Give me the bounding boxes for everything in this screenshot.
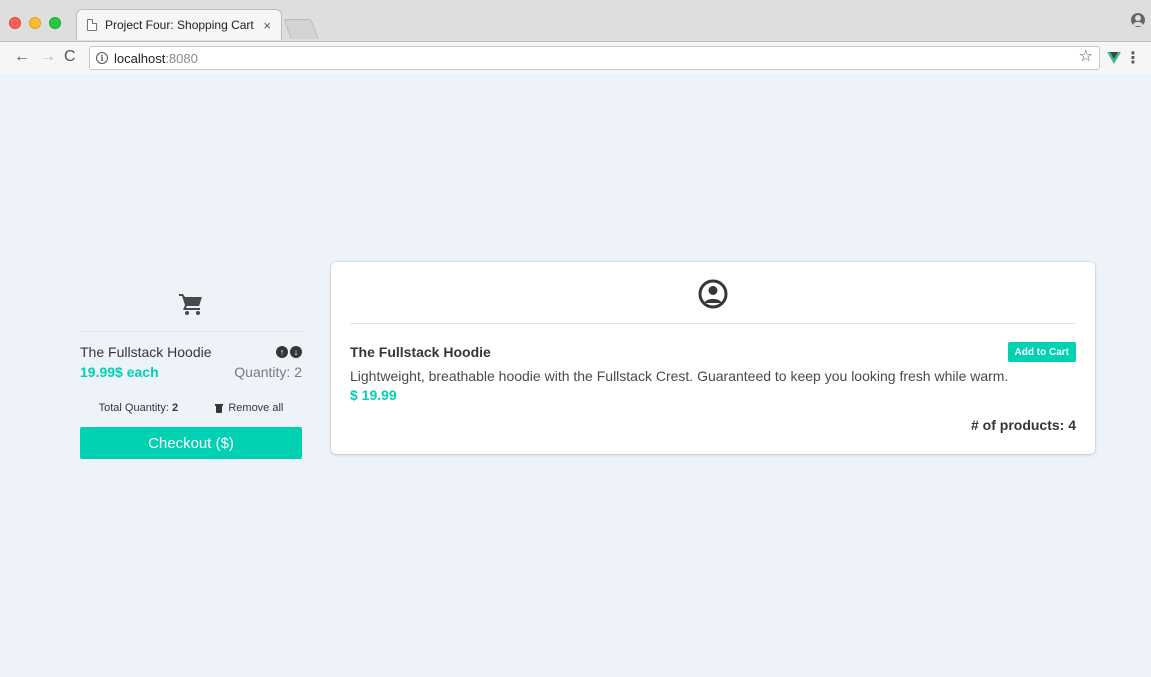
minimize-window-button[interactable] — [29, 17, 41, 29]
shopping-cart-icon — [179, 294, 202, 315]
bookmark-star-icon[interactable]: ☆ — [1079, 46, 1093, 66]
cart-panel: The Fullstack Hoodie ↑ ↓ 19.99$ each Qua… — [80, 285, 302, 459]
url-host: localhost — [114, 50, 166, 66]
remove-all-button[interactable]: Remove all — [215, 402, 283, 414]
cart-summary: Total Quantity: 2 Remove all — [80, 402, 302, 414]
cart-item: The Fullstack Hoodie ↑ ↓ 19.99$ each Qua… — [80, 332, 302, 380]
arrow-circle-down-icon[interactable]: ↓ — [290, 346, 302, 358]
info-icon[interactable]: i — [96, 52, 108, 64]
total-quantity: Total Quantity: 2 — [99, 402, 179, 414]
new-tab-button[interactable] — [283, 19, 319, 39]
browser-menu-icon[interactable]: ⋮ — [1125, 48, 1141, 68]
product-card: The Fullstack Hoodie Add to Cart Lightwe… — [331, 262, 1095, 454]
product-header — [350, 262, 1076, 324]
product-description: Lightweight, breathable hoodie with the … — [350, 368, 1009, 384]
remove-all-label: Remove all — [228, 402, 284, 414]
tab-title: Project Four: Shopping Cart — [105, 18, 254, 32]
trash-icon — [215, 403, 224, 413]
arrow-circle-up-icon[interactable]: ↑ — [276, 346, 288, 358]
address-bar[interactable]: i localhost:8080 — [89, 46, 1100, 70]
total-quantity-value: 2 — [171, 402, 179, 414]
tab-close-button[interactable]: × — [263, 18, 271, 33]
vue-devtools-icon[interactable] — [1107, 52, 1121, 64]
add-to-cart-button[interactable]: Add to Cart — [1007, 342, 1076, 362]
forward-arrow-icon[interactable]: → — [40, 48, 56, 66]
cart-item-price: 19.99$ each — [80, 364, 159, 380]
quantity-controls: ↑ ↓ — [276, 346, 302, 358]
maximize-window-button[interactable] — [49, 17, 61, 29]
profile-icon[interactable] — [1131, 13, 1145, 27]
product-price: $ 19.99 — [350, 387, 397, 403]
checkout-button[interactable]: Checkout ($) — [80, 427, 302, 459]
browser-tab[interactable]: Project Four: Shopping Cart × — [76, 9, 282, 40]
product-count: # of products: 4 — [970, 417, 1076, 433]
cart-item-quantity: Quantity: 2 — [234, 364, 302, 380]
reload-icon[interactable]: C — [64, 48, 76, 66]
window-controls — [9, 17, 61, 29]
close-window-button[interactable] — [9, 17, 21, 29]
browser-chrome: Project Four: Shopping Cart × ← → C i lo… — [0, 0, 1151, 74]
browser-toolbar: ← → C i localhost:8080 ☆ ⋮ — [0, 41, 1151, 74]
document-icon — [87, 19, 97, 31]
back-arrow-icon[interactable]: ← — [14, 48, 30, 66]
user-circle-icon — [698, 279, 728, 309]
product-name: The Fullstack Hoodie — [350, 344, 491, 360]
url-port: :8080 — [165, 50, 198, 66]
cart-header — [80, 285, 302, 332]
total-quantity-label: Total Quantity: — [98, 402, 172, 414]
cart-item-name: The Fullstack Hoodie — [80, 344, 212, 360]
